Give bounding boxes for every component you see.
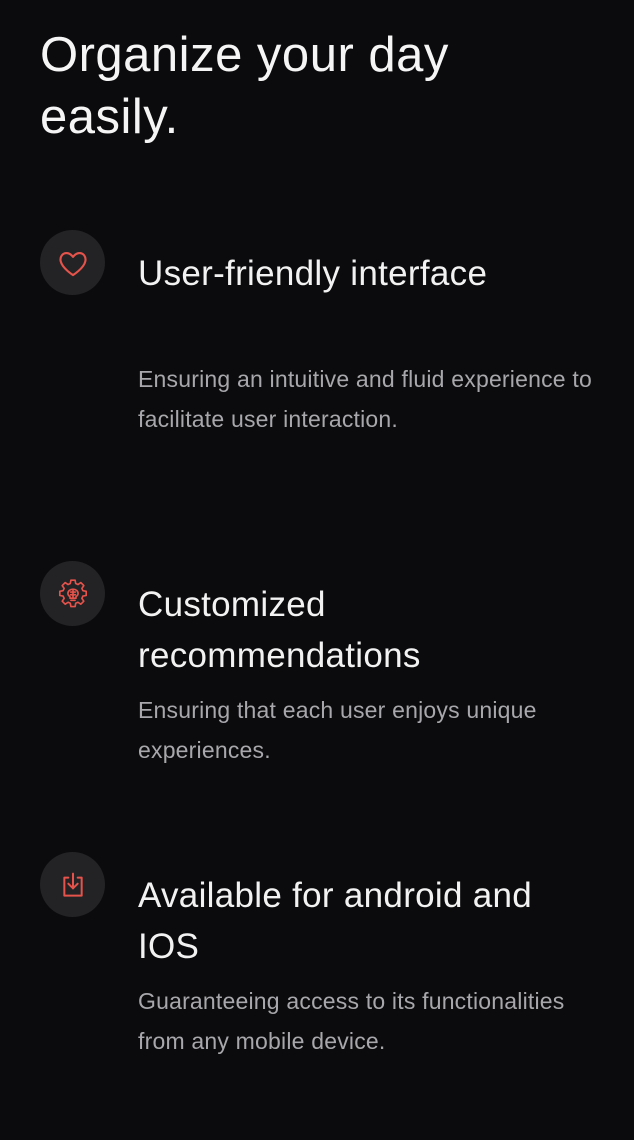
feature-available-platforms: Available for android and IOS Guaranteei… [0,852,634,1072]
page-headline: Organize your day easily. [40,28,449,144]
feature-title: Available for android and IOS [138,876,533,966]
heart-icon [40,230,105,295]
gear-brain-icon [40,561,105,626]
download-icon [40,852,105,917]
feature-title: Customized recommendations [138,585,421,675]
feature-user-friendly: User-friendly interface Ensuring an intu… [0,230,634,480]
feature-description: Ensuring an intuitive and fluid experien… [138,366,592,432]
feature-description: Guaranteeing access to its functionaliti… [138,988,565,1054]
feature-title: User-friendly interface [138,254,488,293]
feature-description: Ensuring that each user enjoys unique ex… [138,697,537,763]
feature-customized-recommendations: Customized recommendations Ensuring that… [0,561,634,781]
